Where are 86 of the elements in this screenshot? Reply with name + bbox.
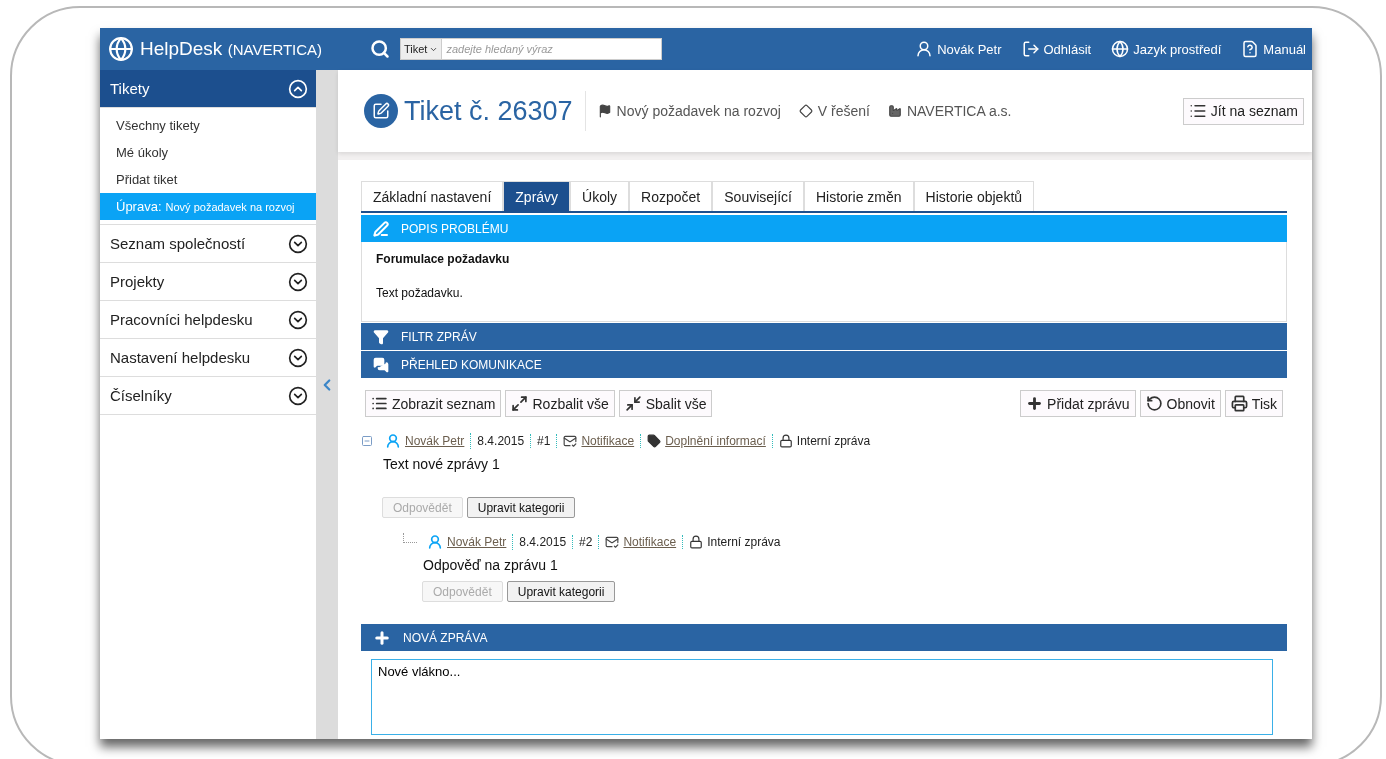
ticket-type: Nový požadavek na rozvoj: [616, 103, 781, 119]
manual-link[interactable]: Manuál: [1241, 40, 1306, 58]
sidebar-item[interactable]: Mé úkoly: [100, 139, 316, 166]
refresh-button[interactable]: Obnovit: [1139, 390, 1221, 417]
logout-link[interactable]: Odhlásit: [1021, 40, 1092, 58]
edit-category-button[interactable]: Upravit kategorii: [466, 497, 576, 518]
collapse-toggle-icon[interactable]: [361, 435, 373, 447]
expand-icon: [288, 309, 308, 330]
edit-icon: [364, 94, 398, 128]
sidebar-item[interactable]: Všechny tikety: [100, 112, 316, 139]
message-input[interactable]: Nové vlákno...: [371, 659, 1273, 735]
edit-category-button[interactable]: Upravit kategorii: [506, 581, 616, 602]
ticket-title: Tiket č. 26307: [404, 95, 573, 127]
pen-icon: [373, 220, 389, 237]
collapse-icon: [288, 78, 308, 99]
ticket-status: V řešení: [817, 103, 870, 119]
message-number: #1: [537, 434, 551, 448]
sidebar-item[interactable]: Přidat tiket: [100, 166, 316, 193]
expand-icon: [288, 271, 308, 292]
tree-connector: [403, 533, 417, 543]
privacy-label: Interní zpráva: [707, 535, 781, 549]
globe-icon: [1111, 40, 1130, 58]
lock-icon: [778, 434, 793, 448]
plus-icon: [1026, 395, 1044, 412]
lock-icon: [689, 535, 704, 549]
back-to-list-button[interactable]: Jít na seznam: [1182, 97, 1304, 125]
user-icon: [915, 40, 934, 58]
message-text: Odpověď na zprávu 1: [423, 557, 559, 573]
user-icon: [385, 433, 401, 449]
factory-icon: [887, 104, 902, 118]
ticket-company: NAVERTICA a.s.: [906, 103, 1012, 119]
door-icon: [1021, 40, 1040, 58]
logo-icon: [108, 36, 134, 62]
expand-button[interactable]: Rozbalit vše: [505, 390, 615, 417]
tab[interactable]: Historie objektů: [913, 181, 1035, 211]
message-number: #2: [579, 535, 593, 549]
expand-icon: [288, 233, 308, 254]
list-button[interactable]: Zobrazit seznam: [365, 390, 502, 417]
scope-dropdown[interactable]: Tiket: [401, 39, 443, 59]
message-date: 8.4.2015: [519, 535, 567, 549]
search-icon: [370, 39, 390, 59]
chat-icon: [373, 356, 389, 373]
collapse-button[interactable]: Sbalit vše: [618, 390, 713, 417]
filter-icon: [373, 328, 389, 345]
user-icon: [427, 534, 443, 550]
notification-link[interactable]: Notifikace: [581, 434, 635, 448]
message-date: 8.4.2015: [477, 434, 525, 448]
tab[interactable]: Historie změn: [803, 181, 914, 211]
expand-icon: [288, 347, 308, 368]
author-link[interactable]: Novák Petr: [405, 434, 465, 448]
tab[interactable]: Rozpočet: [629, 181, 713, 211]
list-icon: [1188, 102, 1207, 120]
add-button[interactable]: Přidat zprávu: [1020, 390, 1136, 417]
section-header[interactable]: NOVÁ ZPRÁVA: [361, 624, 1287, 651]
expand-icon: [511, 395, 529, 412]
app-title: HelpDesk (NAVERTICA): [140, 38, 323, 60]
collapse-icon: [624, 395, 642, 412]
refresh-icon: [1145, 395, 1163, 412]
section-header[interactable]: FILTR ZPRÁV: [361, 323, 1287, 350]
plus-icon: [373, 628, 391, 647]
sidebar-section[interactable]: Tikety: [100, 70, 316, 108]
privacy-label: Interní zpráva: [796, 434, 871, 448]
author-link[interactable]: Novák Petr: [447, 535, 507, 549]
diamond-icon: [798, 104, 813, 118]
language-link[interactable]: Jazyk prostředí: [1111, 40, 1222, 58]
problem-heading: Forumulace požadavku: [376, 252, 511, 266]
tab[interactable]: Zprávy: [503, 181, 571, 211]
printer-icon: [1230, 395, 1248, 412]
section-header[interactable]: PŘEHLED KOMUNIKACE: [361, 351, 1287, 378]
tab[interactable]: Úkoly: [570, 181, 630, 211]
tab[interactable]: Související: [712, 181, 804, 211]
message-text: Text nové zprávy 1: [383, 456, 501, 472]
print-button[interactable]: Tisk: [1224, 390, 1283, 417]
mail-icon: [563, 434, 578, 448]
list-icon: [371, 395, 388, 412]
tag-icon: [647, 434, 662, 448]
expand-icon: [288, 385, 308, 406]
tab[interactable]: Základní nastavení: [361, 181, 504, 211]
mail-icon: [605, 535, 620, 549]
flag-icon: [597, 104, 612, 118]
notification-link[interactable]: Notifikace: [623, 535, 677, 549]
search-field[interactable]: Tiket zadejte hledaný výraz: [400, 38, 662, 60]
problem-text: Text požadavku.: [376, 286, 464, 300]
category-link[interactable]: Doplnění informací: [665, 434, 766, 448]
help-document-icon: [1241, 40, 1260, 58]
user-link[interactable]: Novák Petr: [915, 40, 1002, 58]
